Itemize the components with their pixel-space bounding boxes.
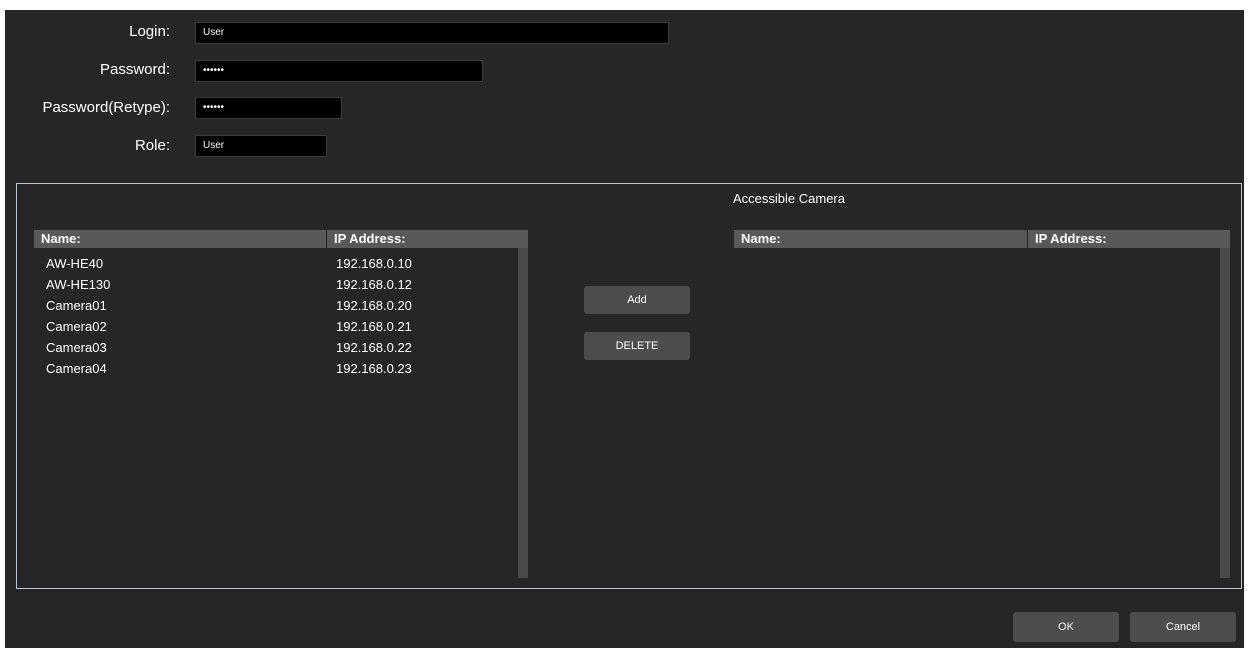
cancel-button[interactable]: Cancel <box>1130 612 1236 642</box>
accessible-camera-list[interactable] <box>734 253 1218 578</box>
password-label: Password: <box>99 61 170 78</box>
camera-ip: 192.168.0.10 <box>336 256 412 271</box>
password-input[interactable]: •••••• <box>195 60 483 82</box>
camera-name: Camera04 <box>46 361 107 376</box>
user-settings-dialog: Login: User Password: •••••• Password(Re… <box>5 10 1244 648</box>
camera-ip: 192.168.0.21 <box>336 319 412 334</box>
ip-column-header[interactable]: IP Address: <box>326 230 528 248</box>
available-list-header: Name: IP Address: <box>34 230 528 248</box>
list-item[interactable]: Camera01 192.168.0.20 <box>34 295 516 316</box>
name-column-header[interactable]: Name: <box>34 230 326 248</box>
name-column-header[interactable]: Name: <box>734 230 1027 248</box>
accessible-list-scrollbar[interactable] <box>1220 248 1230 578</box>
list-item[interactable]: AW-HE40 192.168.0.10 <box>34 253 516 274</box>
login-input[interactable]: User <box>195 22 669 44</box>
camera-name: Camera02 <box>46 319 107 334</box>
delete-button[interactable]: DELETE <box>584 332 690 360</box>
add-button[interactable]: Add <box>584 286 690 314</box>
list-item[interactable]: Camera03 192.168.0.22 <box>34 337 516 358</box>
camera-ip: 192.168.0.23 <box>336 361 412 376</box>
password-retype-input[interactable]: •••••• <box>195 97 342 119</box>
accessible-list-header: Name: IP Address: <box>734 230 1230 248</box>
ok-button[interactable]: OK <box>1013 612 1119 642</box>
available-camera-list: AW-HE40 192.168.0.10 AW-HE130 192.168.0.… <box>34 253 516 379</box>
camera-ip: 192.168.0.20 <box>336 298 412 313</box>
role-select[interactable]: User <box>195 135 327 157</box>
camera-name: Camera01 <box>46 298 107 313</box>
camera-ip: 192.168.0.22 <box>336 340 412 355</box>
role-label: Role: <box>134 137 170 154</box>
camera-name: AW-HE130 <box>46 277 111 292</box>
password-retype-label: Password(Retype): <box>42 99 170 116</box>
camera-name: AW-HE40 <box>46 256 104 271</box>
login-label: Login: <box>129 23 170 40</box>
list-item[interactable]: AW-HE130 192.168.0.12 <box>34 274 516 295</box>
available-list-scrollbar[interactable] <box>518 248 528 578</box>
accessible-camera-title: Accessible Camera <box>733 191 845 206</box>
camera-ip: 192.168.0.12 <box>336 277 412 292</box>
list-item[interactable]: Camera02 192.168.0.21 <box>34 316 516 337</box>
camera-name: Camera03 <box>46 340 107 355</box>
ip-column-header[interactable]: IP Address: <box>1027 230 1230 248</box>
list-item[interactable]: Camera04 192.168.0.23 <box>34 358 516 379</box>
window-background: Login: User Password: •••••• Password(Re… <box>0 0 1249 648</box>
